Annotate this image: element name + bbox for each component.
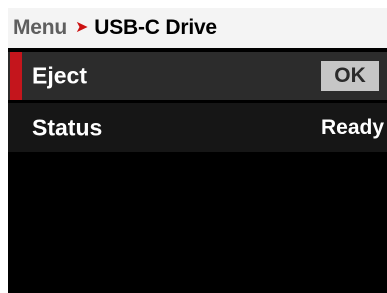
selection-indicator bbox=[10, 52, 22, 100]
status-value: Ready bbox=[320, 115, 384, 139]
breadcrumb: Menu ➤ USB-C Drive bbox=[8, 8, 387, 48]
menu-item-status: Status Ready bbox=[8, 103, 387, 152]
ok-button[interactable]: OK bbox=[321, 61, 379, 91]
menu-item-label: Eject bbox=[32, 62, 87, 89]
chevron-right-icon: ➤ bbox=[75, 19, 89, 36]
menu-item-label: Status bbox=[32, 114, 103, 140]
menu-item-eject[interactable]: Eject OK bbox=[8, 52, 387, 100]
page-title: USB-C Drive bbox=[94, 16, 217, 39]
device-screen: Menu ➤ USB-C Drive Eject OK Status Ready bbox=[8, 8, 387, 293]
breadcrumb-parent-menu[interactable]: Menu bbox=[13, 16, 67, 40]
